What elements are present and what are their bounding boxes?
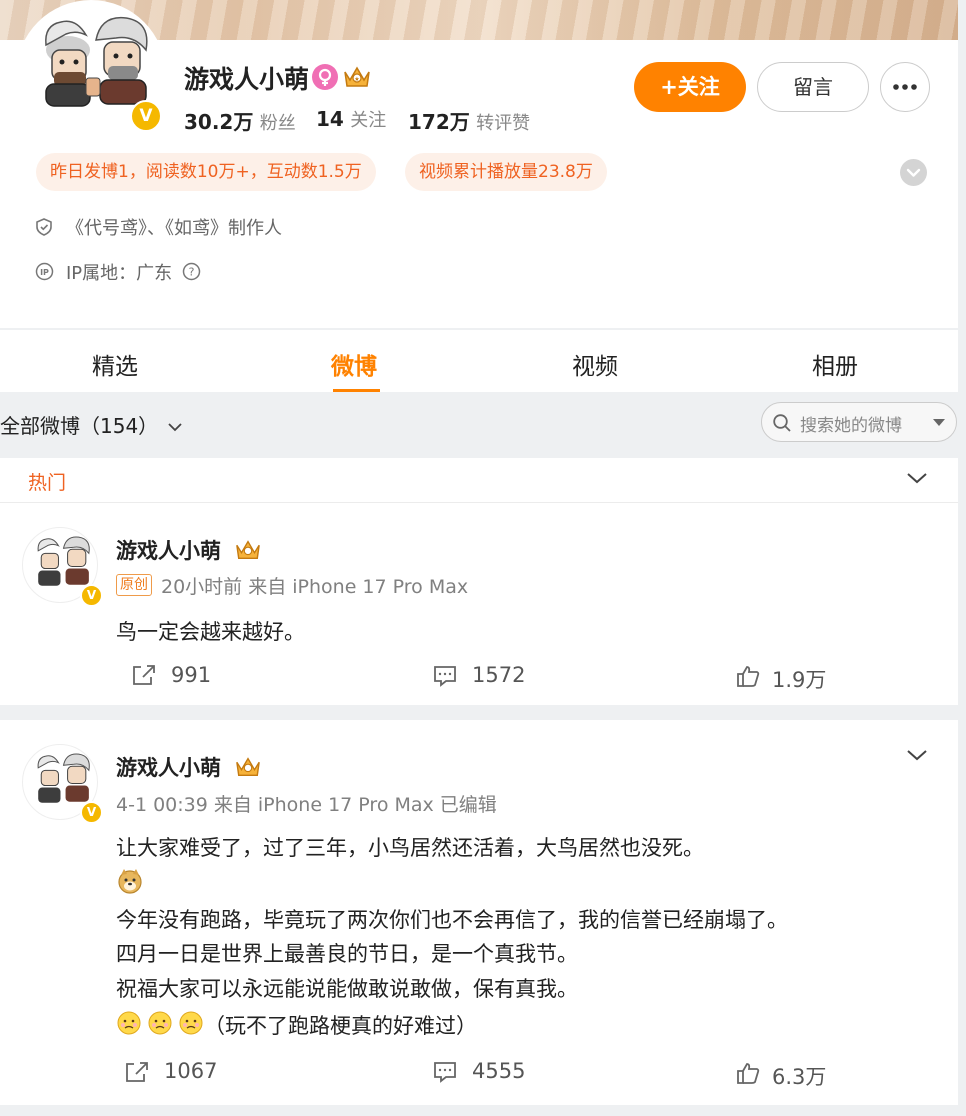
caret-down-icon: [933, 419, 945, 426]
profile-description: 《代号鸢》、《如鸢》制作人: [66, 218, 282, 239]
message-button[interactable]: 留言: [757, 62, 869, 112]
comment-count[interactable]: 4555: [472, 1059, 525, 1083]
sad-emoji-row: [116, 1010, 206, 1040]
interactions-label: 转评赞: [476, 113, 531, 134]
all-weibo-label: 全部微博（154）: [0, 414, 159, 438]
crown-badge-icon: [234, 753, 262, 783]
verified-badge: V: [80, 801, 103, 824]
interactions-stat[interactable]: 172万 转评赞: [408, 106, 530, 135]
video-plays-pill[interactable]: 视频累计播放量23.8万: [405, 153, 607, 191]
fans-stat[interactable]: 30.2万 粉丝: [184, 106, 296, 135]
like-icon[interactable]: [735, 1061, 761, 1085]
more-options-button[interactable]: [880, 62, 930, 112]
shield-icon: [35, 217, 53, 241]
search-icon: [773, 414, 791, 432]
post-card: 热门 V 游戏人小萌 原创 20小时前 来自 iPhone 17 Pro Max…: [0, 458, 958, 705]
chevron-down-icon: [906, 168, 921, 177]
comment-count[interactable]: 1572: [472, 663, 525, 687]
tab-weibo[interactable]: 微博: [331, 347, 377, 381]
hot-label: 热门: [28, 472, 67, 494]
post-author[interactable]: 游戏人小萌: [116, 535, 221, 565]
post-meta: 20小时前 来自 iPhone 17 Pro Max: [161, 576, 469, 598]
chevron-down-icon: [167, 423, 182, 432]
interactions-count: 172万: [408, 110, 470, 134]
following-stat[interactable]: 14 关注: [316, 106, 386, 132]
ip-location: IP属地：广东: [66, 263, 173, 284]
post-text-line: 祝福大家可以永远能说能做敢说敢做，保有真我。: [116, 977, 578, 1001]
repost-icon[interactable]: [124, 1060, 150, 1084]
ip-icon: IP: [35, 262, 54, 285]
female-icon: [312, 64, 338, 90]
original-tag: 原创: [116, 574, 152, 596]
help-icon[interactable]: ?: [182, 262, 201, 285]
svg-text:?: ?: [189, 266, 195, 279]
all-weibo-filter[interactable]: 全部微博（154）: [0, 410, 183, 439]
post-text-line: 四月一日是世界上最善良的节日，是一个真我节。: [116, 942, 578, 966]
expand-highlights-button[interactable]: [900, 159, 927, 186]
more-dots-icon: [893, 84, 917, 90]
repost-count[interactable]: 991: [171, 663, 211, 687]
like-count[interactable]: 1.9万: [772, 664, 826, 694]
crown-badge-icon: [234, 536, 262, 566]
tab-videos[interactable]: 视频: [572, 347, 618, 381]
tab-featured[interactable]: 精选: [92, 347, 138, 381]
search-box[interactable]: 搜索她的微博: [761, 402, 957, 442]
comment-icon[interactable]: [432, 664, 458, 688]
divider: [0, 502, 958, 503]
chevron-down-icon[interactable]: [906, 471, 928, 485]
post-text-line: 让大家难受了，过了三年，小鸟居然还活着，大鸟居然也没死。: [116, 836, 704, 860]
post-card: V 游戏人小萌 4-1 00:39 来自 iPhone 17 Pro Max 已…: [0, 720, 958, 1105]
repost-icon[interactable]: [131, 663, 157, 687]
fans-label: 粉丝: [259, 113, 296, 134]
chevron-down-icon[interactable]: [906, 748, 928, 762]
like-icon[interactable]: [735, 664, 761, 688]
crown-badge-icon: ★: [342, 62, 372, 94]
like-count[interactable]: 6.3万: [772, 1061, 826, 1091]
tab-albums[interactable]: 相册: [812, 347, 858, 381]
active-tab-indicator: [333, 389, 380, 392]
profile-name: 游戏人小萌: [184, 65, 310, 94]
fans-count: 30.2万: [184, 110, 254, 134]
comment-icon[interactable]: [432, 1060, 458, 1084]
post-text-line: 今年没有跑路，毕竟玩了两次你们也不会再信了，我的信誉已经崩塌了。: [116, 908, 788, 932]
follow-button[interactable]: +关注: [634, 62, 746, 112]
post-meta: 4-1 00:39 来自 iPhone 17 Pro Max 已编辑: [116, 794, 497, 816]
svg-text:IP: IP: [40, 268, 49, 277]
following-count: 14: [316, 107, 344, 131]
post-text-line: （玩不了跑路梗真的好难过）: [204, 1014, 477, 1038]
verified-badge: V: [80, 584, 103, 607]
doge-emoji: [116, 867, 144, 899]
tab-bar: 精选 微博 视频 相册: [0, 330, 958, 392]
yesterday-stats-pill[interactable]: 昨日发博1，阅读数10万+，互动数1.5万: [36, 153, 376, 191]
search-input[interactable]: 搜索她的微博: [800, 411, 902, 436]
post-author[interactable]: 游戏人小萌: [116, 752, 221, 782]
following-label: 关注: [350, 110, 387, 131]
svg-text:★: ★: [354, 76, 359, 83]
sad-emoji: [117, 1011, 203, 1035]
repost-count[interactable]: 1067: [164, 1059, 217, 1083]
post-text-line: 鸟一定会越来越好。: [116, 620, 305, 644]
verified-badge: V: [130, 100, 162, 132]
